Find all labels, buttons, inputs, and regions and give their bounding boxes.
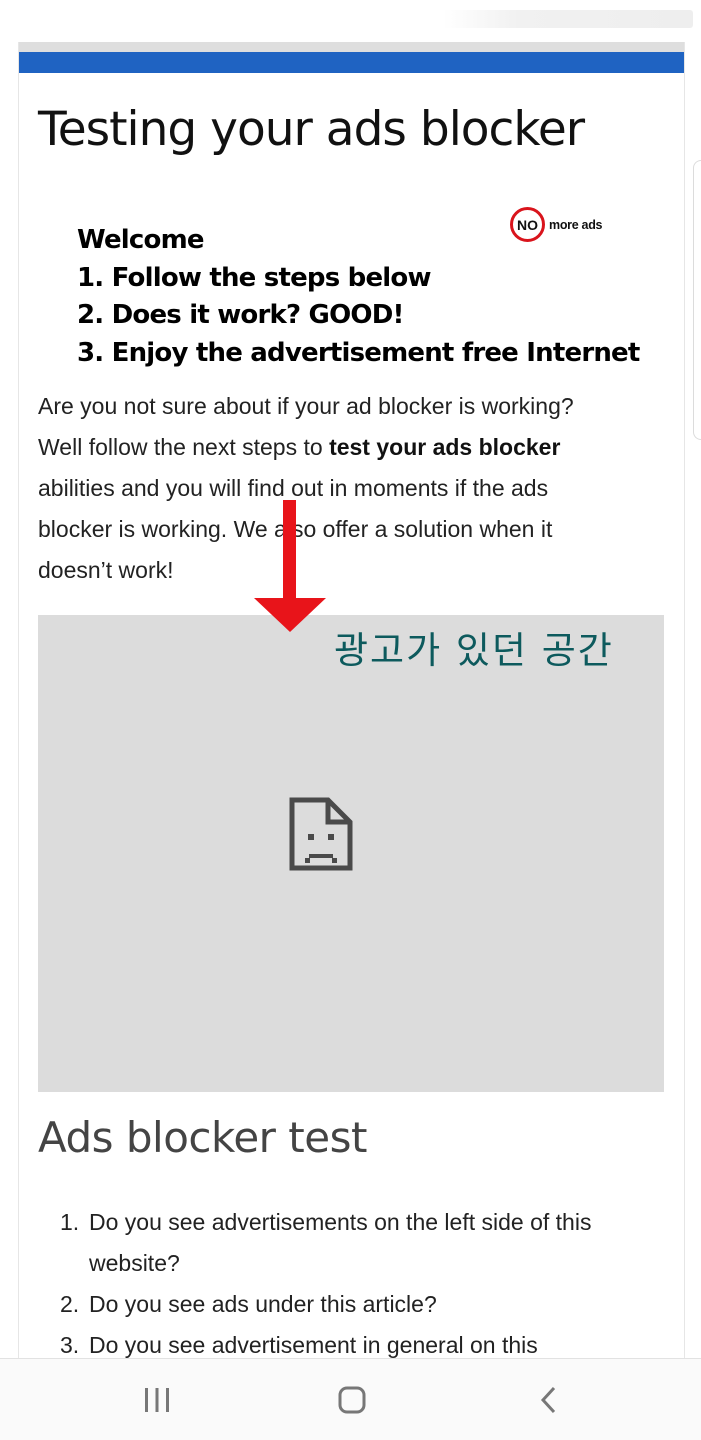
recent-apps-button[interactable] — [127, 1377, 187, 1423]
welcome-banner: Welcome 1. Follow the steps below 2. Doe… — [77, 222, 640, 372]
ad-space-annotation: 광고가 있던 공간 — [334, 629, 614, 672]
red-arrow-annotation — [254, 500, 326, 632]
intro-line: doesn’t work! — [38, 557, 174, 583]
intro-bold-text: test your ads blocker — [329, 434, 561, 460]
list-number: 2. — [60, 1291, 80, 1317]
list-item: 2. Do you see ads under this article? — [38, 1284, 678, 1325]
test-steps-list: 1. Do you see advertisements on the left… — [38, 1202, 678, 1366]
no-more-ads-logo: NO more ads — [510, 207, 602, 242]
home-icon — [338, 1386, 366, 1414]
intro-line: abilities and you will find out in momen… — [38, 475, 549, 501]
intro-line: Well follow the next steps to test your … — [38, 427, 663, 468]
list-text: Do you see advertisement in general on t… — [89, 1332, 538, 1358]
intro-paragraph: Are you not sure about if your ad blocke… — [38, 386, 663, 591]
banner-line: 2. Does it work? GOOD! — [77, 300, 404, 330]
section-title: Ads blocker test — [38, 1113, 367, 1162]
list-number: 1. — [60, 1209, 80, 1235]
top-strip — [0, 0, 701, 42]
banner-line: 1. Follow the steps below — [77, 262, 431, 293]
intro-line: blocker is working. We also offer a solu… — [38, 516, 553, 542]
no-circle-icon: NO — [510, 207, 545, 242]
list-text: Do you see ads under this article? — [89, 1291, 437, 1317]
page-title: Testing your ads blocker — [38, 102, 585, 157]
logo-text: more ads — [549, 217, 603, 232]
broken-page-icon — [289, 797, 353, 871]
list-item: 1. Do you see advertisements on the left… — [38, 1202, 678, 1284]
edge-panel-handle[interactable] — [693, 160, 701, 440]
system-navigation-bar — [0, 1358, 701, 1440]
browser-page: Testing your ads blocker Welcome 1. Foll… — [0, 0, 701, 1440]
intro-text: Well follow the next steps to — [38, 434, 330, 460]
banner-line: 3. Enjoy the advertisement free Internet — [77, 337, 640, 368]
faded-header-text — [443, 10, 693, 28]
list-text: website? — [89, 1250, 180, 1276]
home-button[interactable] — [322, 1377, 382, 1423]
card-header-bar — [19, 52, 684, 73]
card-header-shadow — [19, 42, 684, 52]
back-icon — [540, 1386, 556, 1414]
back-button[interactable] — [519, 1377, 579, 1423]
recent-apps-icon — [145, 1388, 169, 1412]
list-text: Do you see advertisements on the left si… — [89, 1209, 592, 1235]
intro-line: Are you not sure about if your ad blocke… — [38, 393, 574, 419]
